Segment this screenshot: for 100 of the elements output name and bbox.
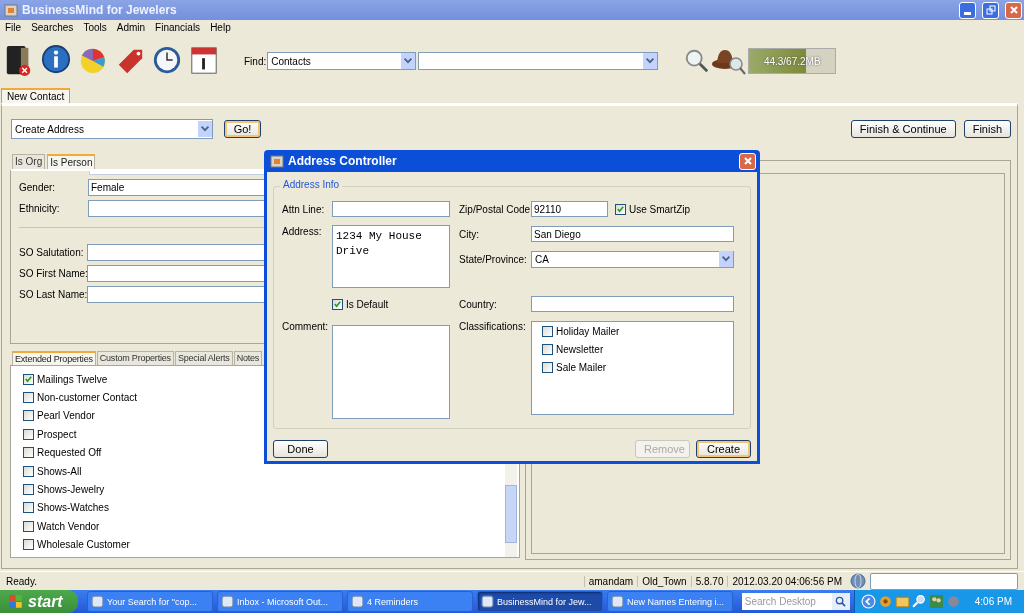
taskbar-button[interactable]: New Names Entering i... xyxy=(607,591,733,612)
checkbox-label: Holiday Mailer xyxy=(556,326,620,337)
menu-item[interactable]: Financials xyxy=(150,22,206,33)
status-cell: 2012.03.20 04:06:56 PM xyxy=(727,575,846,587)
state-dropdown[interactable]: CA xyxy=(531,250,734,268)
restore-button[interactable] xyxy=(982,1,999,19)
people-icon[interactable] xyxy=(928,594,944,609)
menu-item[interactable]: Help xyxy=(205,22,236,33)
checkbox-label: Prospect xyxy=(37,428,77,440)
checkbox[interactable] xyxy=(23,465,34,477)
status-field[interactable] xyxy=(870,572,1018,590)
app-icon xyxy=(351,595,364,608)
checkbox-label: Wholesale Customer xyxy=(37,539,130,551)
window-title: BusinessMind for Jewelers xyxy=(22,3,177,17)
windows-logo-icon xyxy=(8,593,24,610)
close-button[interactable] xyxy=(1005,1,1022,19)
checkbox-label: Use SmartZip xyxy=(629,203,691,215)
person-type-tab[interactable]: Is Person xyxy=(47,154,96,169)
field-label: Ethnicity: xyxy=(19,203,61,214)
close-icon xyxy=(1008,5,1019,15)
checkbox-label: Shows-Watches xyxy=(37,502,109,514)
taskbar-button[interactable]: BusinessMind for Jew... xyxy=(477,591,603,612)
group-title: Address Info xyxy=(280,179,343,190)
menu-item[interactable]: Admin xyxy=(111,22,151,33)
checkbox[interactable] xyxy=(332,298,343,310)
find-label: Find: xyxy=(244,55,267,67)
field-label: Country: xyxy=(459,298,498,310)
checkbox[interactable] xyxy=(542,344,553,355)
checkbox[interactable] xyxy=(23,392,34,404)
checkbox[interactable] xyxy=(23,484,34,496)
field-label: Classifications: xyxy=(459,321,527,332)
chevron-icon[interactable] xyxy=(860,594,876,609)
person-type-tab[interactable]: Is Org xyxy=(12,154,46,169)
app-icon xyxy=(270,154,284,168)
checkbox-label: Mailings Twelve xyxy=(37,373,108,385)
checkbox[interactable] xyxy=(23,447,34,459)
field-label: Attn Line: xyxy=(282,203,326,215)
taskbar-button[interactable]: Inbox - Microsoft Out... xyxy=(217,591,343,612)
field-label: Comment: xyxy=(282,320,330,332)
checkbox[interactable] xyxy=(23,410,34,422)
property-tab[interactable]: Notes xyxy=(233,351,263,365)
restore-icon xyxy=(985,5,996,15)
text-field[interactable]: 92110 xyxy=(531,201,608,217)
checkbox-label: Non-customer Contact xyxy=(37,392,138,404)
taskbar-button[interactable]: 4 Reminders xyxy=(347,591,473,612)
minimize-button[interactable] xyxy=(959,1,976,19)
dialog-title: Address Controller xyxy=(288,154,397,168)
document-tab[interactable]: New Contact xyxy=(1,88,71,103)
finish-button[interactable]: Finish & Continue xyxy=(850,120,956,138)
checkbox-label: Is Default xyxy=(346,298,389,310)
field-label: City: xyxy=(459,228,480,240)
status-cell: Old_Town xyxy=(637,575,691,587)
checkbox-label: Watch Vendor xyxy=(37,520,100,532)
checkbox[interactable] xyxy=(23,373,34,385)
checkbox-label: Shows-All xyxy=(37,465,82,477)
text-field[interactable]: San Diego xyxy=(531,226,734,242)
text-field[interactable] xyxy=(332,201,450,217)
taskbar-button[interactable]: Your Search for "cop... xyxy=(87,591,213,612)
app-icon xyxy=(221,595,234,608)
field-label: SO Last Name: xyxy=(19,289,87,300)
field-label: Zip/Postal Code: xyxy=(459,203,531,215)
gear-icon[interactable] xyxy=(877,594,893,609)
field-label: State/Province: xyxy=(459,253,528,265)
status-cell: amandam xyxy=(583,575,638,587)
checkbox-label: Newsletter xyxy=(556,344,604,355)
property-tab[interactable]: Extended Properties xyxy=(12,351,96,365)
close-button[interactable] xyxy=(739,152,756,170)
minimize-icon xyxy=(964,12,971,15)
search-combo-field[interactable] xyxy=(418,52,659,70)
app-icon xyxy=(611,595,624,608)
magnifier-icon[interactable] xyxy=(911,594,927,609)
checkbox[interactable] xyxy=(542,326,553,337)
find-type-dropdown[interactable]: Contacts xyxy=(267,52,417,70)
checkbox[interactable] xyxy=(542,362,553,373)
text-field[interactable] xyxy=(531,296,734,312)
menu-item[interactable]: File xyxy=(0,22,27,33)
property-tab[interactable]: Special Alerts xyxy=(174,351,233,365)
checkbox[interactable] xyxy=(23,502,34,514)
checkbox-label: Pearl Vendor xyxy=(37,410,95,422)
menu-item[interactable]: Tools xyxy=(78,22,112,33)
action-dropdown[interactable]: Create Address xyxy=(11,119,213,139)
clock: 4:06 PM xyxy=(974,596,1012,607)
dialog-button[interactable]: Create xyxy=(696,440,751,458)
field-label: Gender: xyxy=(19,182,57,193)
property-tab[interactable]: Custom Properties xyxy=(96,351,174,365)
checkbox[interactable] xyxy=(23,428,34,440)
dialog-button[interactable]: Done xyxy=(273,440,328,458)
checkbox[interactable] xyxy=(23,520,34,532)
menu-item[interactable]: Searches xyxy=(26,22,79,33)
comment-textarea[interactable] xyxy=(332,325,450,419)
field-label: SO Salutation: xyxy=(19,247,85,258)
checkbox[interactable] xyxy=(23,539,34,551)
address-textarea[interactable]: 1234 My House Drive xyxy=(332,225,450,288)
search-icon[interactable] xyxy=(684,48,711,74)
status-cell: 5.8.70 xyxy=(690,575,728,587)
go-button[interactable]: Go! xyxy=(224,120,261,138)
finish-button[interactable]: Finish xyxy=(963,120,1011,138)
status-message: Ready. xyxy=(6,575,37,587)
checkbox[interactable] xyxy=(615,203,626,215)
checkbox-label: Sale Mailer xyxy=(556,362,607,373)
